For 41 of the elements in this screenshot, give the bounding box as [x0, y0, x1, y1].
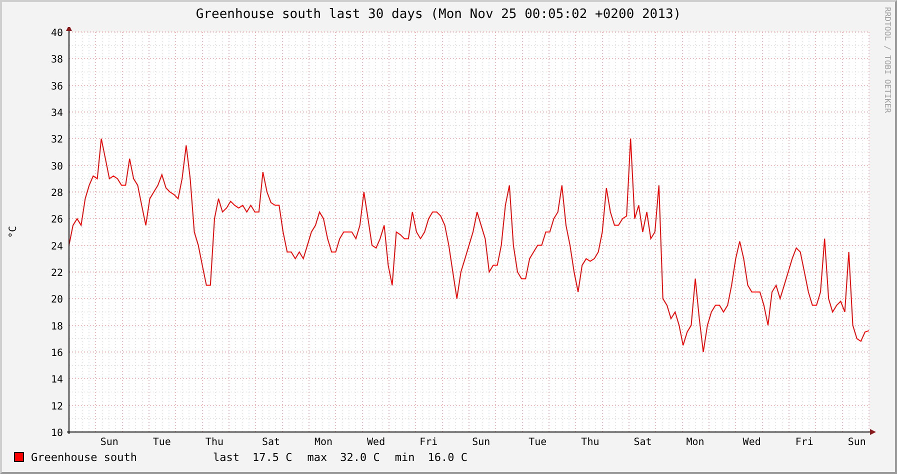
- chart-title: Greenhouse south last 30 days (Mon Nov 25 00:05:02 +0200 2013): [196, 6, 682, 24]
- x-tick-label: Mon: [314, 437, 333, 447]
- stat-value: 17.5 C: [252, 450, 292, 464]
- x-tick-label: Sat: [262, 437, 280, 447]
- y-tick-label: 38: [50, 54, 63, 66]
- x-tick-label: Fri: [795, 437, 814, 447]
- y-tick-label: 28: [50, 188, 63, 199]
- x-tick-label: Thu: [205, 437, 224, 447]
- x-tick-label: Sun: [848, 437, 866, 447]
- y-tick-label: 24: [50, 241, 63, 252]
- y-tick-label: 34: [50, 108, 63, 119]
- stat-label: last: [213, 450, 240, 464]
- x-tick-label: Fri: [420, 437, 438, 447]
- stat-value: 16.0 C: [428, 450, 468, 464]
- y-tick-label: 10: [50, 428, 63, 439]
- x-tick-label: Tue: [152, 437, 171, 447]
- y-tick-label: 16: [50, 348, 63, 359]
- y-tick-label: 12: [50, 401, 63, 412]
- y-tick-label: 36: [50, 81, 63, 92]
- y-tick-label: 18: [50, 321, 63, 332]
- y-tick-label: 14: [50, 374, 63, 386]
- x-tick-label: Thu: [581, 437, 600, 447]
- x-tick-label: Tue: [528, 437, 547, 447]
- y-tick-label: 40: [50, 28, 63, 39]
- stat-label: min: [394, 450, 415, 464]
- y-tick-label: 32: [50, 134, 63, 146]
- y-tick-label: 26: [50, 214, 63, 226]
- stat-label: max: [307, 450, 328, 464]
- y-tick-label: 30: [50, 161, 63, 172]
- watermark: RRDTOOL / TOBI OETIKER: [882, 7, 892, 113]
- x-tick-label: Mon: [686, 437, 704, 447]
- x-tick-label: Sat: [634, 437, 652, 447]
- x-tick-label: Wed: [367, 437, 386, 447]
- x-tick-label: Sun: [100, 437, 118, 447]
- x-tick-label: Sun: [472, 437, 490, 447]
- y-axis-label: °C: [8, 226, 19, 238]
- stat-value: 32.0 C: [340, 450, 380, 464]
- x-tick-label: Wed: [742, 437, 761, 447]
- legend-label: Greenhouse south: [31, 450, 138, 464]
- y-tick-label: 20: [50, 294, 63, 306]
- y-tick-label: 22: [50, 268, 63, 279]
